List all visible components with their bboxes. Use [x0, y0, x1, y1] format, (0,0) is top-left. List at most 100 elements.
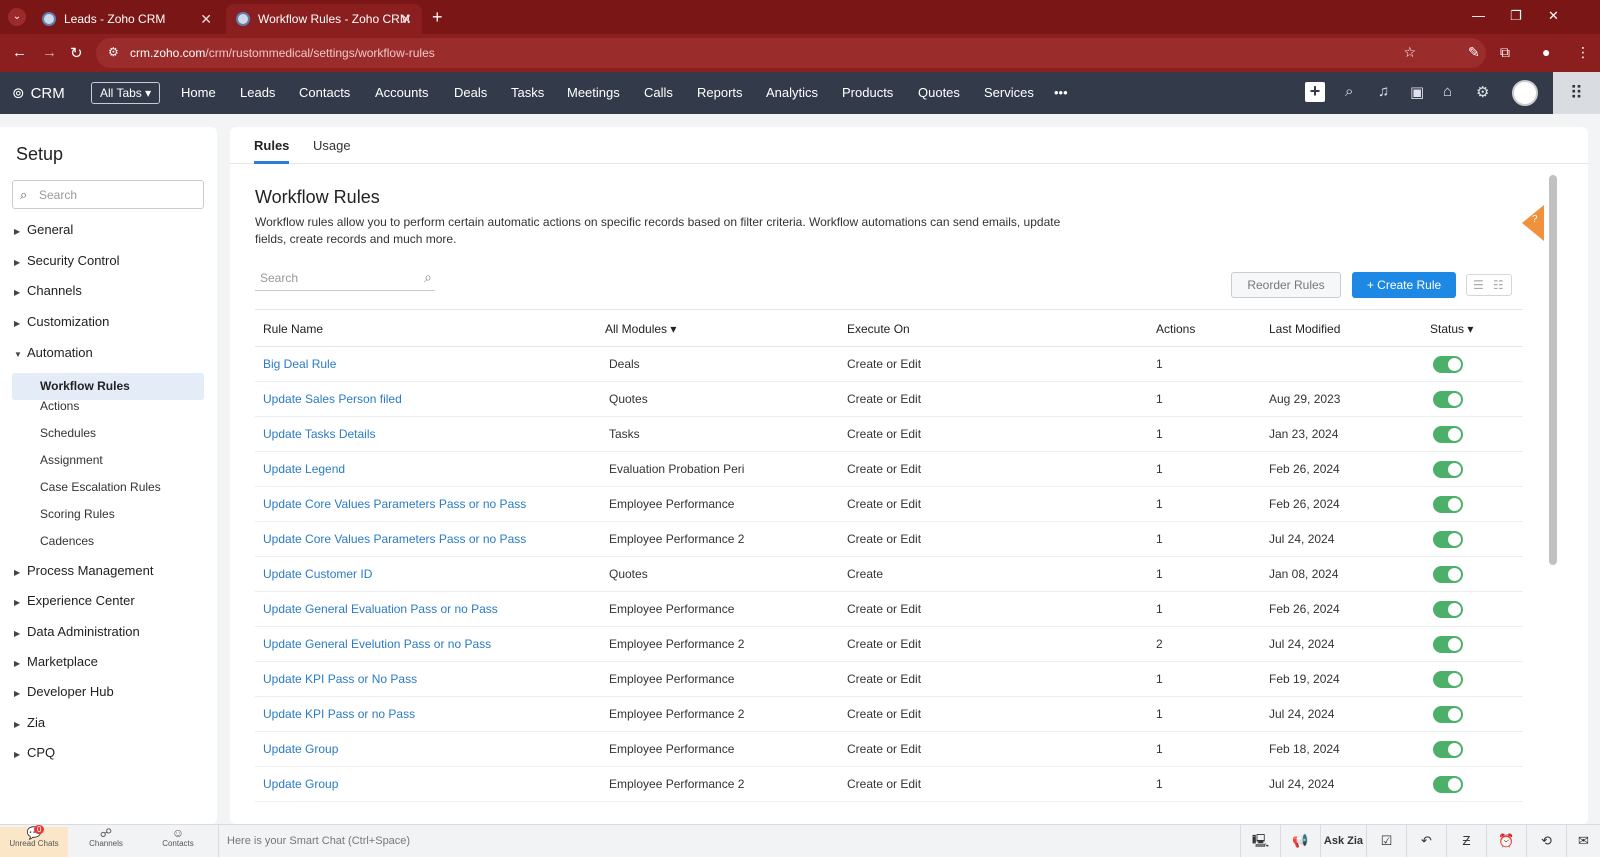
table-row[interactable]: Update General Evaluation Pass or no Pas… — [255, 592, 1523, 627]
sidebar-item-automation[interactable]: ▼ Automation — [14, 345, 93, 360]
table-row[interactable]: Update Tasks Details Tasks Create or Edi… — [255, 417, 1523, 452]
column-all-modules[interactable]: All Modules ▾ — [605, 322, 676, 336]
status-toggle[interactable] — [1433, 426, 1463, 443]
view-toggle[interactable]: ☰ ☷ — [1466, 274, 1512, 296]
nav-quotes[interactable]: Quotes — [918, 85, 960, 100]
bookmark-star-icon[interactable]: ☆ — [1403, 44, 1416, 61]
table-row[interactable]: Update Group Employee Performance 2 Crea… — [255, 767, 1523, 802]
nav-calls[interactable]: Calls — [644, 85, 673, 100]
status-toggle[interactable] — [1433, 531, 1463, 548]
gear-icon[interactable]: ⚙ — [1476, 83, 1489, 101]
sidebar-item-zia[interactable]: ▶ Zia — [14, 715, 45, 730]
all-tabs-dropdown[interactable]: All Tabs ▾ — [91, 82, 161, 104]
sidebar-item-data-administration[interactable]: ▶ Data Administration — [14, 624, 140, 639]
rule-name-link[interactable]: Update Sales Person filed — [263, 392, 402, 406]
new-tab-icon[interactable]: + — [432, 7, 443, 28]
nav-analytics[interactable]: Analytics — [766, 85, 818, 100]
table-row[interactable]: Update Group Employee Performance Create… — [255, 732, 1523, 767]
recent-icon[interactable]: ⟲ — [1526, 825, 1566, 857]
restore-icon[interactable]: ❐ — [1510, 8, 1522, 24]
status-toggle[interactable] — [1433, 741, 1463, 758]
table-row[interactable]: Update Sales Person filed Quotes Create … — [255, 382, 1523, 417]
smart-chat-input[interactable]: Here is your Smart Chat (Ctrl+Space) — [218, 825, 1238, 857]
column-status[interactable]: Status ▾ — [1430, 322, 1473, 336]
profile-icon[interactable]: ● — [1542, 44, 1550, 60]
table-row[interactable]: Update General Evelution Pass or no Pass… — [255, 627, 1523, 662]
sidebar-item-customization[interactable]: ▶ Customization — [14, 314, 109, 329]
channels-button[interactable]: ☍ Channels — [72, 827, 140, 857]
mail-icon[interactable]: ✉ — [1566, 825, 1600, 857]
browser-tab-leads[interactable]: Leads - Zoho CRM ✕ — [32, 4, 222, 34]
nav-services[interactable]: Services — [984, 85, 1034, 100]
status-toggle[interactable] — [1433, 496, 1463, 513]
nav-leads[interactable]: Leads — [240, 85, 275, 100]
screen-share-icon[interactable]: 🖳 — [1240, 825, 1280, 857]
tab-usage[interactable]: Usage — [313, 138, 351, 153]
rule-name-link[interactable]: Update Customer ID — [263, 567, 372, 581]
calendar-icon[interactable]: ▣ — [1410, 83, 1424, 101]
tab-search-icon[interactable]: ⌄ — [8, 8, 26, 26]
announcement-icon[interactable]: 📢 — [1280, 825, 1320, 857]
zia-icon[interactable]: Ƶ — [1446, 825, 1486, 857]
sidebar-item-developer-hub[interactable]: ▶ Developer Hub — [14, 684, 114, 699]
grid-view-icon[interactable]: ☷ — [1493, 278, 1504, 292]
sidebar-item-marketplace[interactable]: ▶ Marketplace — [14, 654, 98, 669]
status-toggle[interactable] — [1433, 356, 1463, 373]
more-menu-icon[interactable]: ⋮ — [1576, 44, 1590, 61]
reload-icon[interactable]: ↻ — [70, 44, 83, 62]
nav-products[interactable]: Products — [842, 85, 893, 100]
status-toggle[interactable] — [1433, 461, 1463, 478]
sidebar-item-channels[interactable]: ▶ Channels — [14, 283, 82, 298]
history-icon[interactable]: ↶ — [1406, 825, 1446, 857]
feedback-icon[interactable]: ☑ — [1366, 825, 1406, 857]
sidebar-item-actions[interactable]: Actions — [40, 399, 79, 413]
sidebar-item-cpq[interactable]: ▶ CPQ — [14, 745, 55, 760]
forward-icon[interactable]: → — [42, 44, 57, 61]
nav-meetings[interactable]: Meetings — [567, 85, 620, 100]
sidebar-item-general[interactable]: ▶ General — [14, 222, 73, 237]
sidebar-item-workflow-rules[interactable]: Workflow Rules — [40, 373, 130, 400]
nav-home[interactable]: Home — [181, 85, 216, 100]
quick-create-button[interactable]: + — [1305, 82, 1325, 102]
sidebar-item-scoring-rules[interactable]: Scoring Rules — [40, 507, 115, 521]
sidebar-item-experience-center[interactable]: ▶ Experience Center — [14, 593, 135, 608]
nav-reports[interactable]: Reports — [697, 85, 743, 100]
sidebar-item-case-escalation-rules[interactable]: Case Escalation Rules — [40, 480, 161, 494]
rule-search-input[interactable]: Search ⌕ — [255, 267, 435, 291]
alarm-icon[interactable]: ⏰ — [1486, 825, 1526, 857]
page-scrollbar[interactable] — [1549, 175, 1557, 565]
status-toggle[interactable] — [1433, 601, 1463, 618]
sidebar-item-process-management[interactable]: ▶ Process Management — [14, 563, 153, 578]
table-row[interactable]: Update Core Values Parameters Pass or no… — [255, 487, 1523, 522]
extensions-icon[interactable]: ⧉ — [1500, 44, 1510, 61]
table-row[interactable]: Update Customer ID Quotes Create 1 Jan 0… — [255, 557, 1523, 592]
rule-name-link[interactable]: Update Tasks Details — [263, 427, 376, 441]
nav-contacts[interactable]: Contacts — [299, 85, 350, 100]
sidebar-item-security-control[interactable]: ▶ Security Control — [14, 253, 119, 268]
reorder-rules-button[interactable]: Reorder Rules — [1231, 272, 1341, 298]
rule-name-link[interactable]: Update General Evaluation Pass or no Pas… — [263, 602, 498, 616]
sidebar-item-schedules[interactable]: Schedules — [40, 426, 96, 440]
url-field[interactable]: ⚙ crm.zoho.com/crm/rustommedical/setting… — [96, 38, 1486, 68]
status-toggle[interactable] — [1433, 566, 1463, 583]
table-row[interactable]: Update Core Values Parameters Pass or no… — [255, 522, 1523, 557]
window-close-icon[interactable]: ✕ — [1548, 8, 1559, 24]
rule-name-link[interactable]: Update Group — [263, 777, 338, 791]
setup-search-input[interactable]: ⌕ Search — [12, 180, 204, 209]
create-rule-button[interactable]: + Create Rule — [1352, 272, 1456, 298]
table-row[interactable]: Update Legend Evaluation Probation Peri … — [255, 452, 1523, 487]
back-icon[interactable]: ← — [12, 44, 27, 61]
rule-name-link[interactable]: Update General Evelution Pass or no Pass — [263, 637, 491, 651]
sidebar-item-assignment[interactable]: Assignment — [40, 453, 103, 467]
rule-name-link[interactable]: Update Legend — [263, 462, 345, 476]
search-icon[interactable]: ⌕ — [1345, 83, 1353, 100]
close-icon[interactable]: ✕ — [400, 11, 412, 28]
nav-tasks[interactable]: Tasks — [511, 85, 544, 100]
minimize-icon[interactable]: — — [1472, 8, 1485, 23]
bell-icon[interactable]: ♫ — [1378, 83, 1389, 100]
status-toggle[interactable] — [1433, 706, 1463, 723]
status-toggle[interactable] — [1433, 776, 1463, 793]
rule-name-link[interactable]: Update Core Values Parameters Pass or no… — [263, 497, 526, 511]
status-toggle[interactable] — [1433, 636, 1463, 653]
table-row[interactable]: Update KPI Pass or No Pass Employee Perf… — [255, 662, 1523, 697]
